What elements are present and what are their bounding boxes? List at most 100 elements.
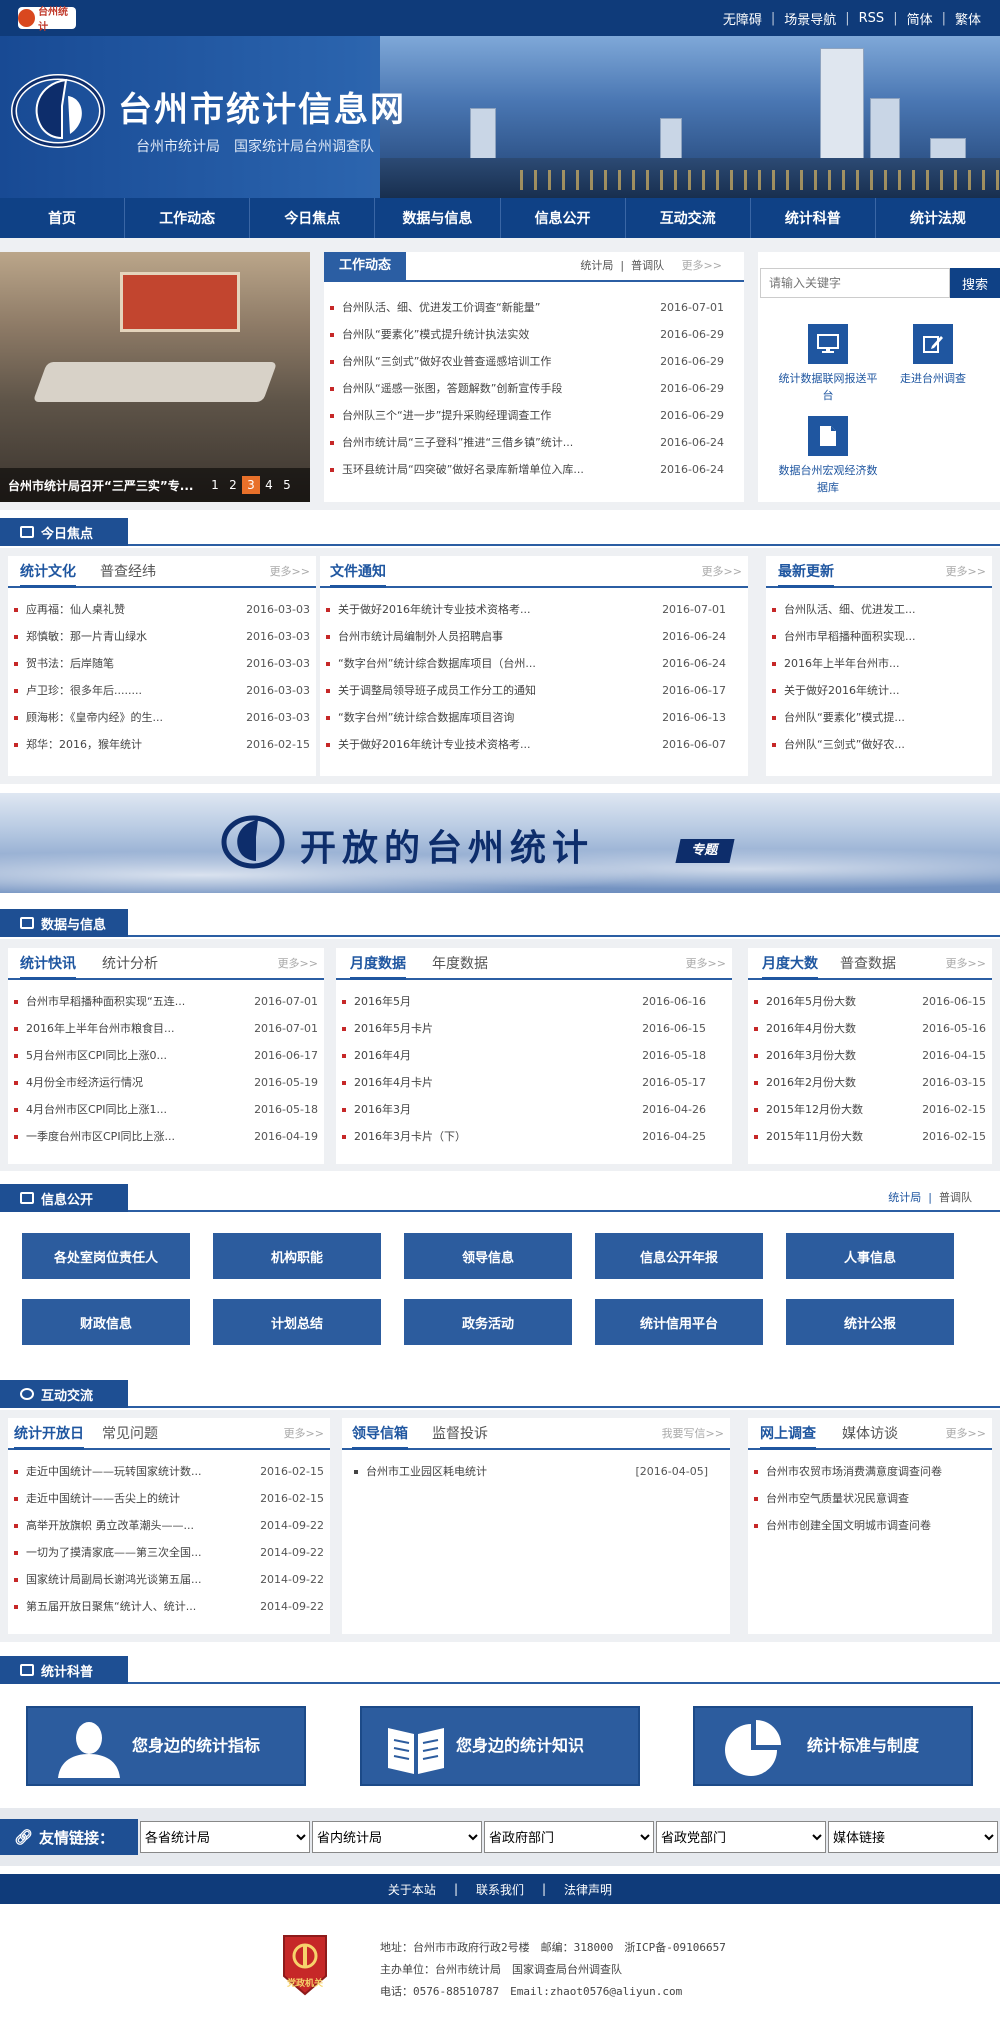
nav-data-info[interactable]: 数据与信息 <box>375 198 501 238</box>
list-item[interactable]: 关于调整局领导班子成员工作分工的通知 2016-06-17 <box>320 677 748 704</box>
button-credit-platform[interactable]: 统计信用平台 <box>595 1299 763 1345</box>
list-item[interactable]: 台州队“要素化”模式提... <box>766 704 992 731</box>
list-item[interactable]: 2016年5月卡片 2016-06-15 <box>336 1015 732 1042</box>
list-item[interactable]: 关于做好2016年统计... <box>766 677 992 704</box>
list-item[interactable]: 2016年5月 2016-06-16 <box>336 988 732 1015</box>
button-bulletin[interactable]: 统计公报 <box>786 1299 954 1345</box>
tab-survey-team[interactable]: 普调队 <box>631 259 664 272</box>
slide-page-5[interactable]: 5 <box>278 476 296 494</box>
button-personnel[interactable]: 人事信息 <box>786 1233 954 1279</box>
list-item[interactable]: 第五届开放日聚焦“统计人、统计... 2014-09-22 <box>8 1593 330 1620</box>
nav-science[interactable]: 统计科普 <box>751 198 876 238</box>
legal-link[interactable]: 法律声明 <box>564 1881 612 1898</box>
tab-stats-bureau[interactable]: 统计局 <box>888 1191 921 1204</box>
gov-badge[interactable]: 党政机关 <box>280 1934 330 1996</box>
list-item[interactable]: 台州队活、细、优进发工价调查“新能量” 2016-07-01 <box>324 294 744 321</box>
list-item[interactable]: 走近中国统计——舌尖上的统计 2016-02-15 <box>8 1485 330 1512</box>
select-media-links[interactable]: 媒体链接 <box>828 1821 998 1853</box>
list-item[interactable]: 台州队三个“进一步”提升采购经理调查工作 2016-06-29 <box>324 402 744 429</box>
tab-survey-team[interactable]: 普调队 <box>939 1191 972 1204</box>
list-item[interactable]: 台州队“要素化”模式提升统计执法实效 2016-06-29 <box>324 321 744 348</box>
more-link[interactable]: 更多>> <box>270 556 310 588</box>
select-provincial-bureaus[interactable]: 各省统计局 <box>140 1821 310 1853</box>
nav-interaction[interactable]: 互动交流 <box>626 198 751 238</box>
list-item[interactable]: 2016年5月份大数 2016-06-15 <box>748 988 992 1015</box>
more-link[interactable]: 更多>> <box>702 556 742 588</box>
select-party-departments[interactable]: 省政党部门 <box>656 1821 826 1853</box>
slide-page-3[interactable]: 3 <box>242 476 260 494</box>
list-item[interactable]: 4月台州市区CPI同比上涨1... 2016-05-18 <box>8 1096 324 1123</box>
list-item[interactable]: 台州市空气质量状况民意调查 <box>748 1485 992 1512</box>
list-item[interactable]: 台州队活、细、优进发工... <box>766 596 992 623</box>
news-slideshow[interactable]: 台州市统计局召开“三严三实”专... 1 2 3 4 5 <box>0 252 310 502</box>
tab-annual[interactable]: 年度数据 <box>432 948 488 980</box>
list-item[interactable]: 2016年上半年台州市... <box>766 650 992 677</box>
list-item[interactable]: 高举开放旗帜 勇立改革潮头——... 2014-09-22 <box>8 1512 330 1539</box>
science-card-knowledge[interactable]: 您身边的统计知识 <box>360 1706 640 1786</box>
more-link[interactable]: 更多>> <box>686 948 726 980</box>
more-link[interactable]: 更多>> <box>278 948 318 980</box>
list-item[interactable]: 2016年3月卡片（下） 2016-04-25 <box>336 1123 732 1150</box>
list-item[interactable]: 应再福：仙人桌礼赞 2016-03-03 <box>8 596 316 623</box>
list-item[interactable]: 台州市早稻播种面积实现... <box>766 623 992 650</box>
button-leadership[interactable]: 领导信息 <box>404 1233 572 1279</box>
select-gov-departments[interactable]: 省政府部门 <box>484 1821 654 1853</box>
button-post-responsibility[interactable]: 各处室岗位责任人 <box>22 1233 190 1279</box>
list-item[interactable]: 关于做好2016年统计专业技术资格考... 2016-07-01 <box>320 596 748 623</box>
list-item[interactable]: 一季度台州市区CPI同比上涨... 2016-04-19 <box>8 1123 324 1150</box>
tab-open-day[interactable]: 统计开放日 <box>14 1418 84 1450</box>
button-finance[interactable]: 财政信息 <box>22 1299 190 1345</box>
button-org-functions[interactable]: 机构职能 <box>213 1233 381 1279</box>
work-news-more[interactable]: 更多>> <box>682 259 722 272</box>
tab-stats-bureau[interactable]: 统计局 <box>580 259 613 272</box>
tab-complaints[interactable]: 监督投诉 <box>432 1418 488 1450</box>
list-item[interactable]: “数字台州”统计综合数据库项目（台州... 2016-06-24 <box>320 650 748 677</box>
rss-link[interactable]: RSS <box>850 11 894 26</box>
list-item[interactable]: 2016年3月份大数 2016-04-15 <box>748 1042 992 1069</box>
list-item[interactable]: 台州市工业园区耗电统计 [2016-04-05] <box>342 1458 730 1485</box>
write-letter-link[interactable]: 我要写信>> <box>662 1418 724 1450</box>
quick-link-report[interactable]: 统计数据联网报送平台 <box>778 324 878 404</box>
nav-home[interactable]: 首页 <box>0 198 126 238</box>
accessibility-link[interactable]: 无障碍 <box>714 9 771 28</box>
list-item[interactable]: “数字台州”统计综合数据库项目咨询 2016-06-13 <box>320 704 748 731</box>
tab-faq[interactable]: 常见问题 <box>102 1418 158 1450</box>
list-item[interactable]: 郑华：2016，猴年统计 2016-02-15 <box>8 731 316 758</box>
list-item[interactable]: 2015年11月份大数 2016-02-15 <box>748 1123 992 1150</box>
list-item[interactable]: 台州队“三剑式”做好农业普查遥感培训工作 2016-06-29 <box>324 348 744 375</box>
quick-link-survey[interactable]: 走进台州调查 <box>883 324 983 386</box>
more-link[interactable]: 更多>> <box>284 1418 324 1450</box>
traditional-link[interactable]: 繁体 <box>946 9 990 28</box>
slide-page-2[interactable]: 2 <box>224 476 242 494</box>
science-card-standards[interactable]: 统计标准与制度 <box>693 1706 973 1786</box>
slide-page-4[interactable]: 4 <box>260 476 278 494</box>
list-item[interactable]: 贺书法：后岸随笔 2016-03-03 <box>8 650 316 677</box>
tab-leader-mailbox[interactable]: 领导信箱 <box>352 1418 408 1450</box>
list-item[interactable]: 一切为了摸清家底——第三次全国... 2014-09-22 <box>8 1539 330 1566</box>
search-input[interactable] <box>760 268 950 298</box>
tab-flash[interactable]: 统计快讯 <box>20 948 76 980</box>
nav-regulations[interactable]: 统计法规 <box>876 198 1000 238</box>
slide-caption[interactable]: 台州市统计局召开“三严三实”专... <box>8 477 198 494</box>
quick-link-database[interactable]: 数据台州宏观经济数据库 <box>778 416 878 496</box>
tab-media-interview[interactable]: 媒体访谈 <box>842 1418 898 1450</box>
button-annual-report[interactable]: 信息公开年报 <box>595 1233 763 1279</box>
select-in-province-bureaus[interactable]: 省内统计局 <box>312 1821 482 1853</box>
nav-disclosure[interactable]: 信息公开 <box>501 198 626 238</box>
list-item[interactable]: 2015年12月份大数 2016-02-15 <box>748 1096 992 1123</box>
list-item[interactable]: 走近中国统计——玩转国家统计数... 2016-02-15 <box>8 1458 330 1485</box>
button-plans[interactable]: 计划总结 <box>213 1299 381 1345</box>
list-item[interactable]: 4月份全市经济运行情况 2016-05-19 <box>8 1069 324 1096</box>
tab-online-survey[interactable]: 网上调查 <box>760 1418 816 1450</box>
list-item[interactable]: 2016年4月卡片 2016-05-17 <box>336 1069 732 1096</box>
nav-work-news[interactable]: 工作动态 <box>125 198 251 238</box>
more-link[interactable]: 更多>> <box>946 948 986 980</box>
button-activities[interactable]: 政务活动 <box>404 1299 572 1345</box>
science-card-indicators[interactable]: 您身边的统计指标 <box>26 1706 306 1786</box>
about-link[interactable]: 关于本站 <box>388 1881 436 1898</box>
list-item[interactable]: 台州市统计局编制外人员招聘启事 2016-06-24 <box>320 623 748 650</box>
list-item[interactable]: 台州市创建全国文明城市调查问卷 <box>748 1512 992 1539</box>
tab-monthly[interactable]: 月度数据 <box>350 948 406 980</box>
contact-link[interactable]: 联系我们 <box>476 1881 524 1898</box>
list-item[interactable]: 台州市农贸市场消费满意度调查问卷 <box>748 1458 992 1485</box>
